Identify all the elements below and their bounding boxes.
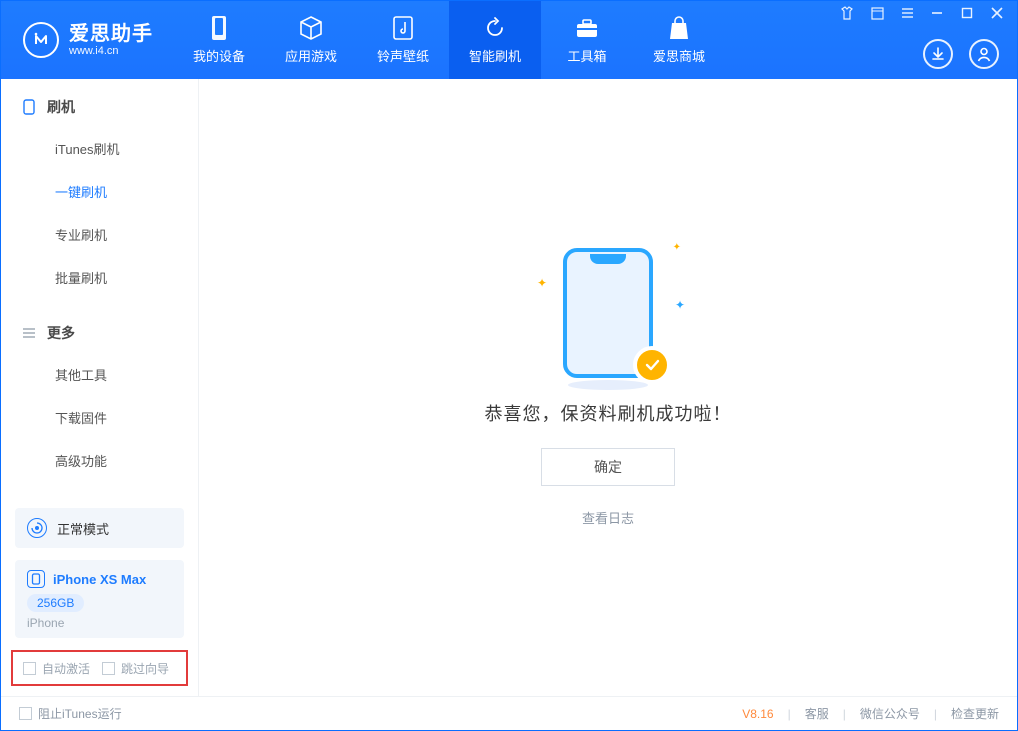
logo: 爱思助手 www.i4.cn bbox=[1, 1, 173, 79]
statusbar-right: V8.16 | 客服 | 微信公众号 | 检查更新 bbox=[742, 705, 999, 722]
body: 刷机 iTunes刷机 一键刷机 专业刷机 批量刷机 更多 其他工具 下载固件 … bbox=[1, 79, 1017, 696]
device-name: iPhone XS Max bbox=[53, 572, 146, 587]
header-actions bbox=[923, 39, 999, 69]
download-button[interactable] bbox=[923, 39, 953, 69]
checkbox-icon bbox=[102, 662, 115, 675]
link-support[interactable]: 客服 bbox=[805, 705, 829, 722]
ok-button[interactable]: 确定 bbox=[541, 448, 675, 486]
device-small-icon bbox=[21, 99, 37, 115]
sidebar-menu-more: 其他工具 下载固件 高级功能 bbox=[1, 353, 198, 482]
tab-label: 应用游戏 bbox=[285, 46, 337, 65]
bag-icon bbox=[666, 15, 692, 41]
checkbox-icon bbox=[19, 707, 32, 720]
recovery-icon bbox=[27, 518, 47, 538]
sidebar-item-oneclick-flash[interactable]: 一键刷机 bbox=[1, 170, 198, 213]
tab-store[interactable]: 爱思商城 bbox=[633, 1, 725, 79]
checkbox-label: 跳过向导 bbox=[121, 660, 169, 677]
app-url: www.i4.cn bbox=[69, 45, 153, 57]
sidebar-item-other-tools[interactable]: 其他工具 bbox=[1, 353, 198, 396]
tab-label: 智能刷机 bbox=[469, 46, 521, 65]
mode-text: 正常模式 bbox=[57, 519, 109, 538]
status-bar: 阻止iTunes运行 V8.16 | 客服 | 微信公众号 | 检查更新 bbox=[1, 696, 1017, 730]
toolbox-icon bbox=[574, 15, 600, 41]
shirt-icon[interactable] bbox=[839, 5, 855, 21]
checkbox-block-itunes[interactable]: 阻止iTunes运行 bbox=[19, 705, 122, 722]
list-icon bbox=[21, 325, 37, 341]
section-title: 更多 bbox=[47, 323, 75, 343]
checkbox-auto-activate[interactable]: 自动激活 bbox=[23, 660, 90, 677]
sidebar-item-download-firmware[interactable]: 下载固件 bbox=[1, 396, 198, 439]
sidebar: 刷机 iTunes刷机 一键刷机 专业刷机 批量刷机 更多 其他工具 下载固件 … bbox=[1, 79, 199, 696]
sidebar-item-pro-flash[interactable]: 专业刷机 bbox=[1, 213, 198, 256]
tab-apps-games[interactable]: 应用游戏 bbox=[265, 1, 357, 79]
sidebar-section-more: 更多 bbox=[1, 305, 198, 353]
cube-icon bbox=[298, 15, 324, 41]
sidebar-menu-flash: iTunes刷机 一键刷机 专业刷机 批量刷机 bbox=[1, 127, 198, 299]
link-wechat[interactable]: 微信公众号 bbox=[860, 705, 920, 722]
checkbox-skip-guide[interactable]: 跳过向导 bbox=[102, 660, 169, 677]
separator: | bbox=[934, 707, 937, 721]
success-message: 恭喜您，保资料刷机成功啦！ bbox=[485, 400, 732, 426]
sidebar-item-itunes-flash[interactable]: iTunes刷机 bbox=[1, 127, 198, 170]
app-title: 爱思助手 bbox=[69, 23, 153, 45]
user-icon bbox=[976, 46, 992, 62]
app-header: 爱思助手 www.i4.cn 我的设备 应用游戏 铃声壁纸 智能刷机 bbox=[1, 1, 1017, 79]
minimize-icon[interactable] bbox=[929, 5, 945, 21]
download-icon bbox=[930, 46, 946, 62]
sparkle-icon: ✦ bbox=[673, 242, 681, 253]
sidebar-bottom: 正常模式 iPhone XS Max 256GB iPhone 自动激活 bbox=[1, 494, 198, 696]
tab-my-device[interactable]: 我的设备 bbox=[173, 1, 265, 79]
mode-indicator[interactable]: 正常模式 bbox=[15, 508, 184, 548]
illustration-shadow bbox=[568, 380, 648, 390]
window-controls bbox=[839, 5, 1005, 21]
sidebar-item-advanced[interactable]: 高级功能 bbox=[1, 439, 198, 482]
main-content: ✦ ✦ ✦ 恭喜您，保资料刷机成功啦！ 确定 查看日志 bbox=[199, 79, 1017, 696]
tab-toolbox[interactable]: 工具箱 bbox=[541, 1, 633, 79]
tab-ringtones-wallpapers[interactable]: 铃声壁纸 bbox=[357, 1, 449, 79]
sync-icon bbox=[482, 15, 508, 41]
version-label: V8.16 bbox=[742, 707, 773, 721]
window-icon[interactable] bbox=[869, 5, 885, 21]
link-check-update[interactable]: 检查更新 bbox=[951, 705, 999, 722]
view-log-link[interactable]: 查看日志 bbox=[582, 508, 634, 527]
tab-label: 工具箱 bbox=[567, 46, 606, 65]
phone-small-icon bbox=[27, 570, 45, 588]
checkbox-icon bbox=[23, 662, 36, 675]
section-title: 刷机 bbox=[47, 97, 75, 117]
header-tabs: 我的设备 应用游戏 铃声壁纸 智能刷机 工具箱 爱思商城 bbox=[173, 1, 725, 79]
separator: | bbox=[788, 707, 791, 721]
menu-icon[interactable] bbox=[899, 5, 915, 21]
checkbox-label: 阻止iTunes运行 bbox=[38, 705, 122, 722]
logo-text: 爱思助手 www.i4.cn bbox=[69, 23, 153, 57]
sparkle-icon: ✦ bbox=[675, 298, 685, 312]
checkbox-label: 自动激活 bbox=[42, 660, 90, 677]
logo-mark-icon bbox=[23, 22, 59, 58]
success-illustration: ✦ ✦ ✦ bbox=[563, 248, 653, 378]
separator: | bbox=[843, 707, 846, 721]
device-card[interactable]: iPhone XS Max 256GB iPhone bbox=[15, 560, 184, 638]
sidebar-section-flash: 刷机 bbox=[1, 79, 198, 127]
tab-label: 爱思商城 bbox=[653, 46, 705, 65]
tab-smart-flash[interactable]: 智能刷机 bbox=[449, 1, 541, 79]
highlighted-options: 自动激活 跳过向导 bbox=[11, 650, 188, 686]
user-button[interactable] bbox=[969, 39, 999, 69]
sidebar-item-batch-flash[interactable]: 批量刷机 bbox=[1, 256, 198, 299]
tab-label: 铃声壁纸 bbox=[377, 46, 429, 65]
music-icon bbox=[390, 15, 416, 41]
close-icon[interactable] bbox=[989, 5, 1005, 21]
check-badge-icon bbox=[633, 346, 671, 384]
phone-icon bbox=[206, 15, 232, 41]
device-type: iPhone bbox=[27, 616, 172, 630]
device-capacity: 256GB bbox=[27, 594, 84, 612]
tab-label: 我的设备 bbox=[193, 46, 245, 65]
app-window: 爱思助手 www.i4.cn 我的设备 应用游戏 铃声壁纸 智能刷机 bbox=[0, 0, 1018, 731]
maximize-icon[interactable] bbox=[959, 5, 975, 21]
sparkle-icon: ✦ bbox=[537, 276, 547, 290]
